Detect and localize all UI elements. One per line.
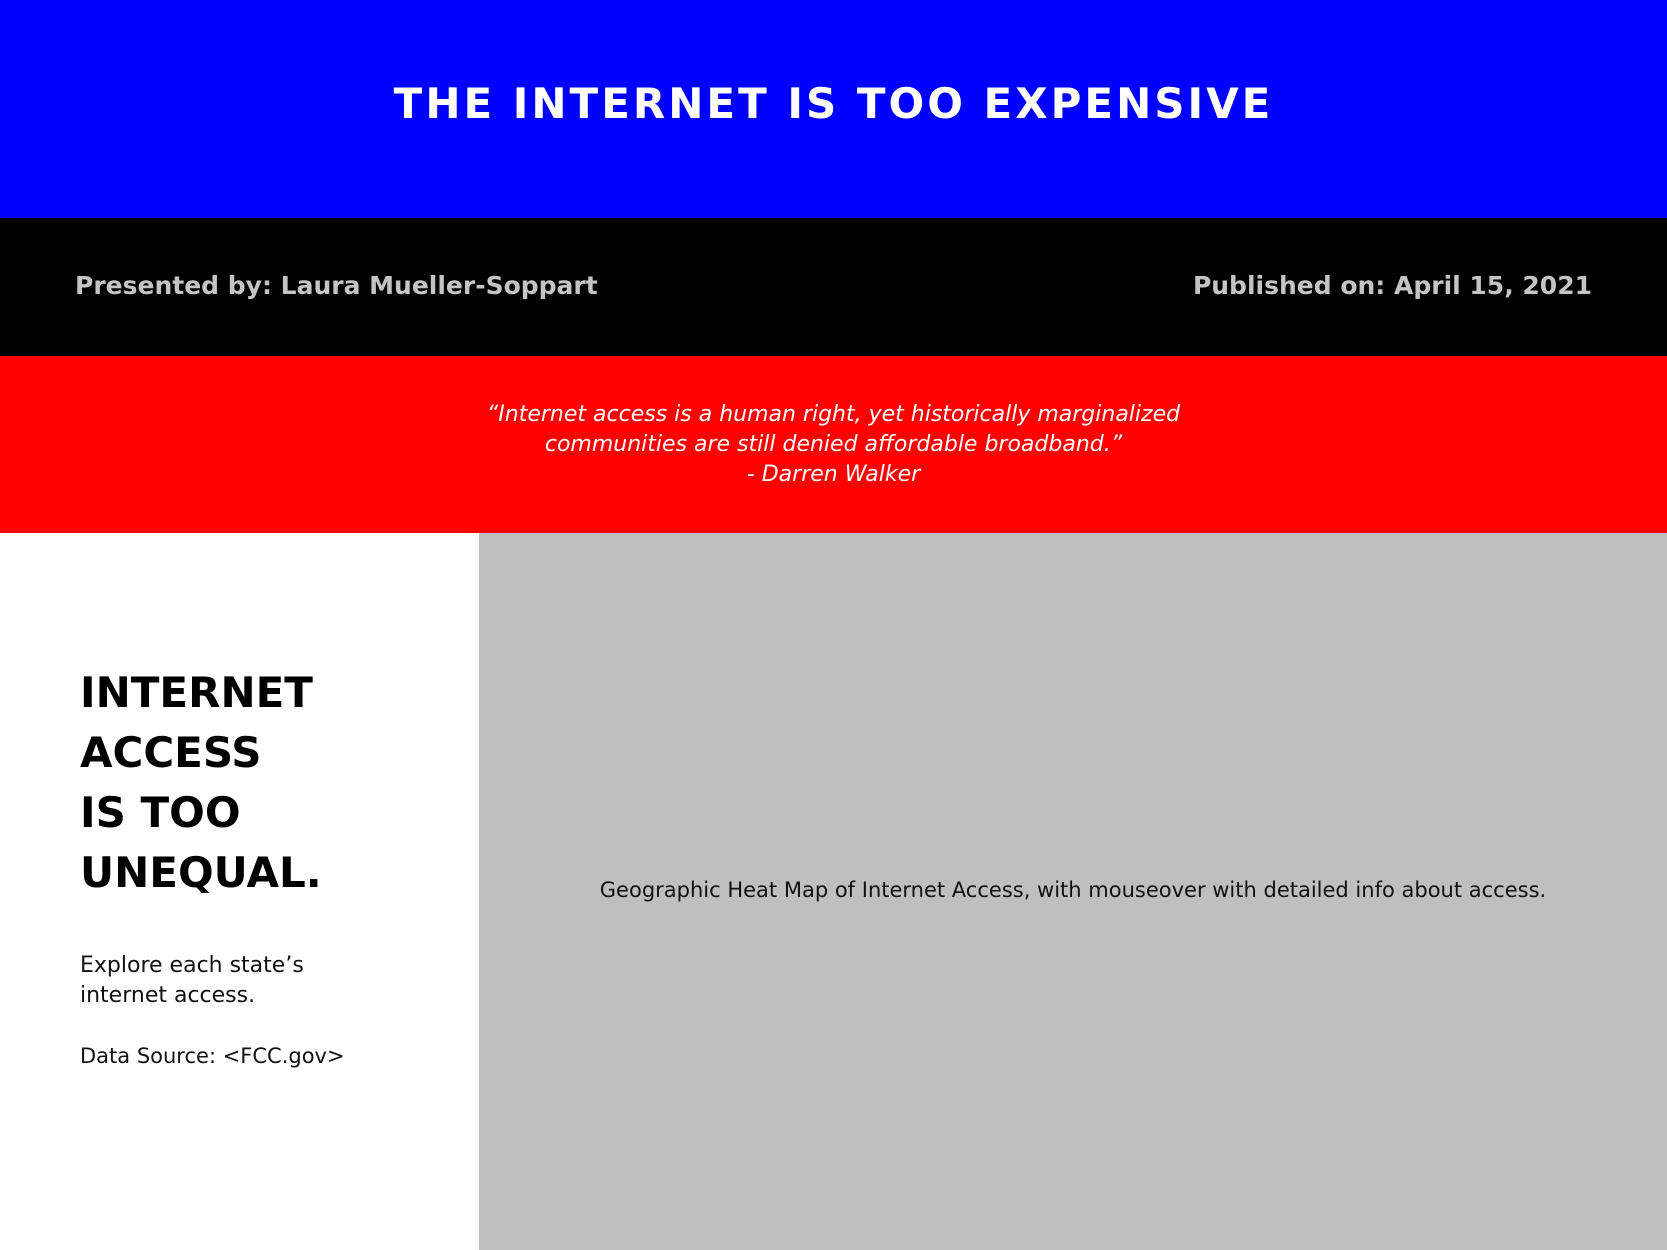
quote-banner: “Internet access is a human right, yet h… — [0, 356, 1667, 533]
explore-line-2: internet access. — [80, 983, 256, 1008]
sidebar: INTERNET ACCESS IS TOO UNEQUAL. Explore … — [0, 533, 479, 1250]
map-caption: Geographic Heat Map of Internet Access, … — [599, 877, 1547, 902]
explore-description: Explore each state’s internet access. — [80, 951, 304, 1011]
headline-line: UNEQUAL. — [80, 848, 322, 897]
quote-line-1: “Internet access is a human right, yet h… — [486, 401, 1181, 427]
quote-attribution: - Darren Walker — [746, 461, 921, 487]
section-headline: INTERNET ACCESS IS TOO UNEQUAL. — [80, 663, 322, 903]
published-date: Published on: April 15, 2021 — [1192, 270, 1592, 300]
data-source-text: Data Source: <FCC.gov> — [80, 1044, 345, 1068]
headline-line: IS TOO — [80, 788, 241, 837]
quote-line-2: communities are still denied affordable … — [544, 431, 1123, 457]
headline-line: ACCESS — [80, 728, 262, 777]
heat-map-placeholder[interactable]: Geographic Heat Map of Internet Access, … — [479, 533, 1667, 1250]
page-title: THE INTERNET IS TOO EXPENSIVE — [393, 78, 1274, 128]
meta-bar: Presented by: Laura Mueller-Soppart Publ… — [0, 218, 1667, 356]
explore-line-1: Explore each state’s — [80, 953, 304, 978]
title-banner: THE INTERNET IS TOO EXPENSIVE — [0, 0, 1667, 218]
presenter-text: Presented by: Laura Mueller-Soppart — [75, 270, 598, 300]
headline-line: INTERNET — [80, 668, 313, 717]
